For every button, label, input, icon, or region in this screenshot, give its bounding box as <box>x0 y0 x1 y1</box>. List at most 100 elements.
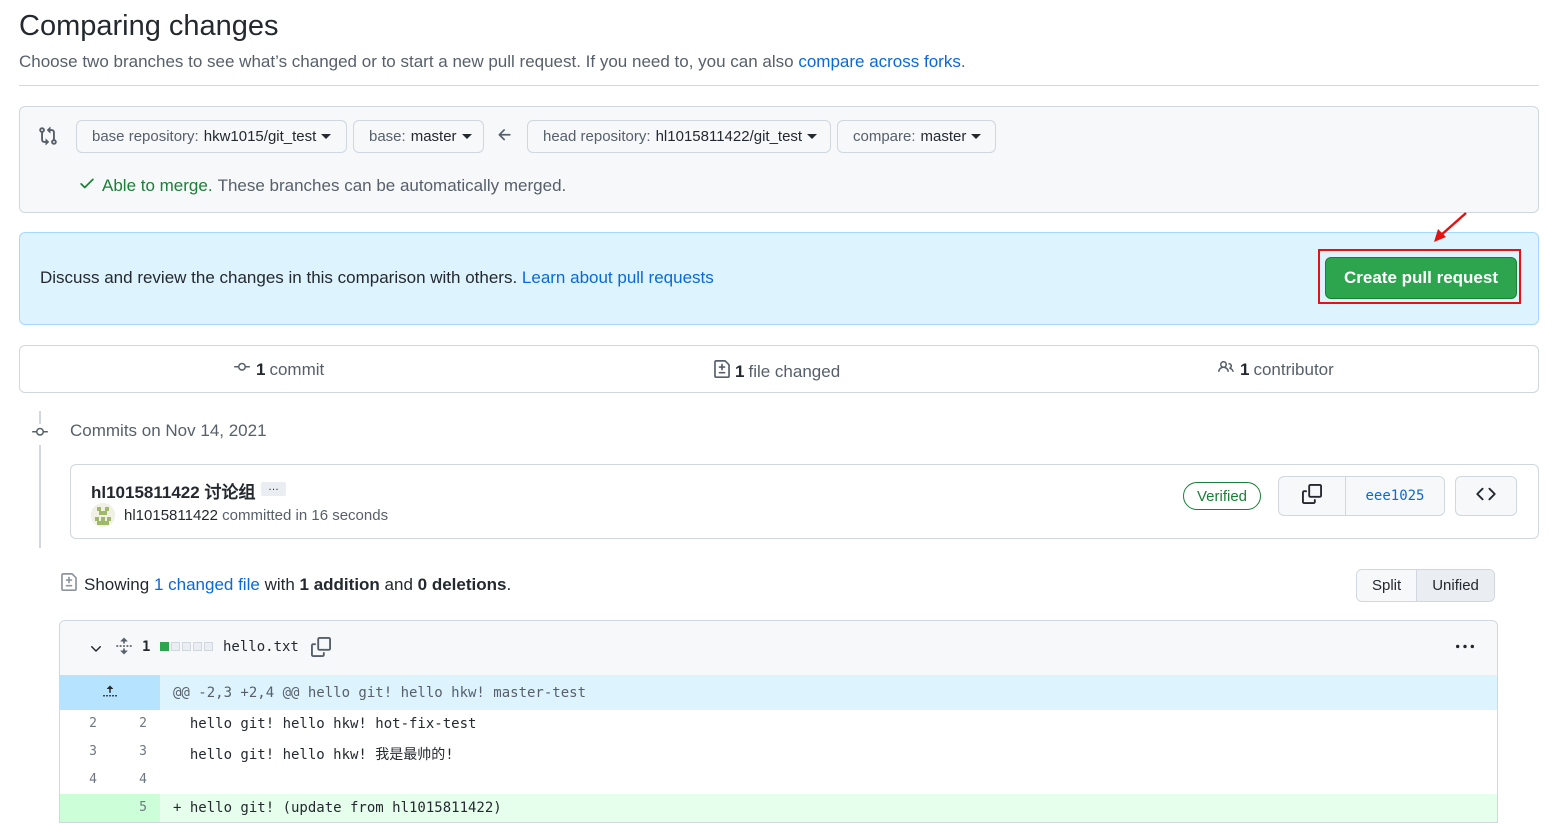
compare-label: compare: <box>853 128 916 145</box>
caret-down-icon <box>971 134 982 139</box>
create-pull-request-button[interactable]: Create pull request <box>1325 257 1517 299</box>
git-commit-icon <box>232 359 252 380</box>
additions-count: 1 addition <box>299 574 380 594</box>
diffstat-bar <box>160 642 213 651</box>
commit-time: committed in 16 seconds <box>222 507 389 524</box>
head-repo-label: head repository: <box>543 128 651 145</box>
compare-value: master <box>920 128 967 145</box>
commit-sha-link[interactable]: eee1025 <box>1346 477 1444 515</box>
discuss-text: Discuss and review the changes in this c… <box>40 268 714 288</box>
diff-view-toggle: Split Unified <box>1356 569 1495 602</box>
base-branch-select[interactable]: base: master <box>353 120 484 153</box>
commit-sha-group: eee1025 <box>1278 476 1445 516</box>
head-repo-value: hl1015811422/git_test <box>655 128 803 145</box>
copy-icon <box>1302 483 1322 509</box>
old-line-number[interactable]: 3 <box>78 744 108 759</box>
discuss-message: Discuss and review the changes in this c… <box>40 268 518 287</box>
caret-down-icon <box>321 134 332 139</box>
contributors-summary[interactable]: 1 contributor <box>1216 359 1334 380</box>
chevron-down-icon[interactable] <box>88 641 104 662</box>
commits-summary[interactable]: 1 commit <box>232 359 324 380</box>
learn-about-pull-requests-link[interactable]: Learn about pull requests <box>522 268 714 287</box>
compare-branch-select[interactable]: compare: master <box>837 120 996 153</box>
showing-prefix: Showing <box>84 574 150 594</box>
expand-up-button[interactable] <box>60 675 160 710</box>
code-line: hello git! hello hkw! 我是最帅的! <box>173 747 454 763</box>
new-line-number[interactable]: 4 <box>128 772 158 787</box>
unfold-icon[interactable] <box>115 637 133 660</box>
check-icon <box>78 174 96 197</box>
head-repository-select[interactable]: head repository: hl1015811422/git_test <box>527 120 831 153</box>
contributors-label: contributor <box>1253 359 1334 379</box>
commits-count: 1 <box>256 359 266 379</box>
avatar[interactable] <box>91 503 115 527</box>
file-header: 1 hello.txt <box>60 621 1497 676</box>
file-diff: 1 hello.txt @@ -2,3 +2,4 @@ hello git! h… <box>59 620 1498 823</box>
new-line-number[interactable]: 2 <box>128 716 158 731</box>
compare-across-forks-link[interactable]: compare across forks <box>798 52 961 71</box>
showing-end: . <box>506 574 512 594</box>
merge-message: These branches can be automatically merg… <box>217 175 567 195</box>
divider <box>19 85 1539 86</box>
files-count: 1 <box>735 361 745 381</box>
diff-line: 4 4 <box>60 766 1497 794</box>
git-compare-icon <box>38 126 58 151</box>
code-line: + hello git! (update from hl1015811422) <box>173 800 502 816</box>
code-icon <box>1475 484 1497 509</box>
diff-line: 2 2 hello git! hello hkw! hot-fix-test <box>60 710 1497 738</box>
arrow-left-icon <box>496 126 514 149</box>
base-repository-select[interactable]: base repository: hkw1015/git_test <box>76 120 347 153</box>
page-title: Comparing changes <box>19 10 279 42</box>
caret-down-icon <box>807 134 818 139</box>
base-repo-label: base repository: <box>92 128 199 145</box>
diff-line: 3 3 hello git! hello hkw! 我是最帅的! <box>60 738 1497 766</box>
caret-down-icon <box>461 134 472 139</box>
showing-and: and <box>384 574 413 594</box>
hunk-header-row: @@ -2,3 +2,4 @@ hello git! hello hkw! ma… <box>60 675 1497 710</box>
base-value: master <box>410 128 457 145</box>
commit-meta: hl1015811422 committed in 16 seconds <box>124 507 388 524</box>
diff-summary: Showing 1 changed file with 1 addition a… <box>60 572 511 597</box>
diffstat-neutral-block <box>182 642 191 651</box>
file-name-link[interactable]: hello.txt <box>223 639 299 655</box>
commits-label: commit <box>269 359 325 379</box>
unified-view-button[interactable]: Unified <box>1417 570 1494 601</box>
commit-title-link[interactable]: hl1015811422 讨论组 <box>91 478 255 503</box>
code-line: hello git! hello hkw! hot-fix-test <box>173 716 477 732</box>
git-commit-icon <box>29 424 51 445</box>
expand-commit-message-button[interactable]: … <box>261 482 286 496</box>
showing-with: with <box>264 574 295 594</box>
new-line-number[interactable]: 3 <box>128 744 158 759</box>
annotation-arrow-icon <box>1428 210 1470 251</box>
deletions-count: 0 deletions <box>417 574 507 594</box>
subtitle-text: Choose two branches to see what’s change… <box>19 52 799 71</box>
changed-file-link[interactable]: 1 changed file <box>154 575 260 595</box>
file-diff-icon <box>60 572 78 597</box>
able-to-merge-text: Able to merge. <box>102 175 213 195</box>
verified-badge[interactable]: Verified <box>1183 482 1261 510</box>
kebab-horizontal-icon[interactable] <box>1453 638 1477 661</box>
commit-author-link[interactable]: hl1015811422 <box>124 507 218 524</box>
files-label: file changed <box>748 361 841 381</box>
files-summary[interactable]: 1 file changed <box>713 359 840 384</box>
old-line-number[interactable]: 4 <box>78 772 108 787</box>
diffstat-neutral-block <box>171 642 180 651</box>
base-repo-value: hkw1015/git_test <box>203 128 317 145</box>
change-count: 1 <box>142 639 151 655</box>
new-line-number[interactable]: 5 <box>128 800 158 815</box>
diffstat-neutral-block <box>204 642 213 651</box>
browse-repository-button[interactable] <box>1455 476 1517 516</box>
people-icon <box>1216 359 1236 380</box>
file-diff-icon <box>713 359 731 384</box>
split-view-button[interactable]: Split <box>1357 570 1418 601</box>
subtitle-end: . <box>960 52 966 71</box>
diffstat-neutral-block <box>193 642 202 651</box>
copy-sha-button[interactable] <box>1279 477 1346 515</box>
diff-line-addition: 5 + hello git! (update from hl1015811422… <box>60 794 1497 822</box>
merge-status: Able to merge. These branches can be aut… <box>78 174 566 197</box>
old-line-number[interactable]: 2 <box>78 716 108 731</box>
diffstat-added-block <box>160 642 169 651</box>
copy-icon[interactable] <box>311 637 331 662</box>
commits-date-heading: Commits on Nov 14, 2021 <box>70 421 267 440</box>
fold-up-icon <box>101 684 119 705</box>
